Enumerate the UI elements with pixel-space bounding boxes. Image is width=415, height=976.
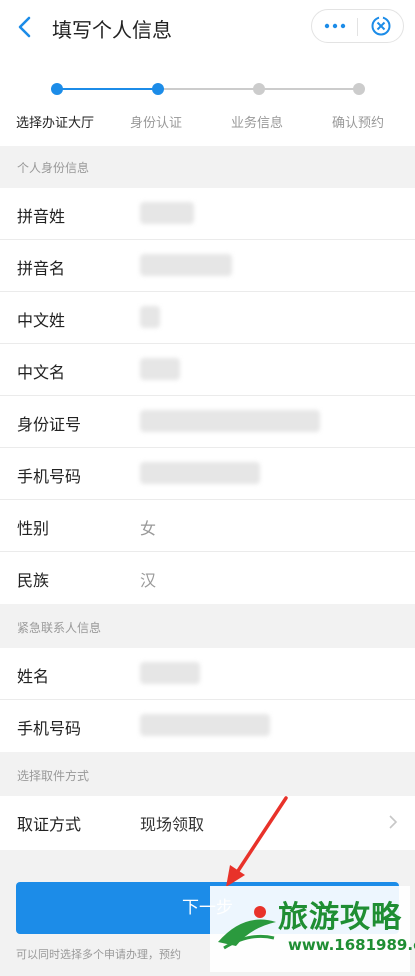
- section-title: 个人身份信息: [17, 161, 90, 175]
- watermark: 旅游攻略 www.1681989.cn: [210, 886, 415, 972]
- redacted-value: [140, 202, 194, 224]
- mini-program-capsule: [311, 9, 404, 43]
- step-progress: 选择办证大厅 身份认证 业务信息 确认预约: [0, 56, 415, 146]
- field-label: 姓名: [17, 667, 50, 686]
- step-dot-2: [152, 83, 164, 95]
- field-label: 拼音姓: [17, 207, 66, 226]
- more-dots-icon[interactable]: [323, 16, 347, 36]
- field-label: 性别: [17, 519, 50, 538]
- section-title: 紧急联系人信息: [17, 621, 102, 635]
- page-title: 填写个人信息: [52, 18, 172, 42]
- back-arrow-icon[interactable]: [10, 12, 40, 42]
- watermark-url: www.1681989.cn: [288, 936, 415, 954]
- form-row-gender[interactable]: 性别 女: [0, 500, 415, 552]
- form-row-pinyin-given-name[interactable]: 拼音名: [0, 240, 415, 292]
- section-header-pickup: 选择取件方式: [0, 754, 415, 796]
- redacted-value: [140, 410, 320, 432]
- field-label: 拼音名: [17, 259, 66, 278]
- section-title: 选择取件方式: [17, 769, 90, 783]
- step-dot-4: [353, 83, 365, 95]
- field-label: 手机号码: [17, 467, 82, 486]
- redacted-value: [140, 462, 260, 484]
- form-row-chinese-given-name[interactable]: 中文名: [0, 344, 415, 396]
- hint-text: 可以同时选择多个申请办理，预约: [16, 948, 181, 961]
- step-label-2: 身份认证: [130, 116, 183, 131]
- ethnicity-value: 汉: [140, 571, 157, 590]
- step-dot-3: [253, 83, 265, 95]
- form-row-id-number[interactable]: 身份证号: [0, 396, 415, 448]
- step-label-4: 确认预约: [332, 116, 385, 131]
- pickup-method-value: 现场领取: [140, 815, 205, 834]
- form-row-pinyin-surname[interactable]: 拼音姓: [0, 188, 415, 240]
- red-annotation-arrow: [226, 796, 288, 887]
- field-label: 民族: [17, 571, 50, 590]
- gender-value: 女: [140, 519, 157, 538]
- step-label-3: 业务信息: [231, 116, 284, 131]
- form-row-ethnicity[interactable]: 民族 汉: [0, 552, 415, 604]
- redacted-value: [140, 306, 160, 328]
- field-label: 中文姓: [17, 311, 66, 330]
- capsule-separator: [357, 18, 358, 36]
- form-row-mobile[interactable]: 手机号码: [0, 448, 415, 500]
- section-header-personal: 个人身份信息: [0, 146, 415, 188]
- form-row-pickup-method[interactable]: 取证方式 现场领取: [0, 796, 415, 850]
- nav-header: 填写个人信息: [0, 0, 415, 56]
- form-row-contact-name[interactable]: 姓名: [0, 648, 415, 700]
- section-header-emergency: 紧急联系人信息: [0, 606, 415, 648]
- field-label: 中文名: [17, 363, 66, 382]
- field-label: 取证方式: [17, 815, 82, 834]
- form-row-chinese-surname[interactable]: 中文姓: [0, 292, 415, 344]
- step-label-1: 选择办证大厅: [16, 116, 95, 131]
- redacted-value: [140, 714, 270, 736]
- watermark-title: 旅游攻略: [278, 900, 402, 935]
- redacted-value: [140, 662, 200, 684]
- redacted-value: [140, 254, 232, 276]
- form-row-contact-mobile[interactable]: 手机号码: [0, 700, 415, 752]
- step-dot-1: [51, 83, 63, 95]
- redacted-value: [140, 358, 180, 380]
- chevron-right-icon: [389, 815, 398, 829]
- field-label: 身份证号: [17, 415, 82, 434]
- step-track-done: [57, 88, 158, 90]
- field-label: 手机号码: [17, 719, 82, 738]
- watermark-logo-icon: [218, 906, 276, 950]
- close-circle-icon[interactable]: [370, 15, 392, 37]
